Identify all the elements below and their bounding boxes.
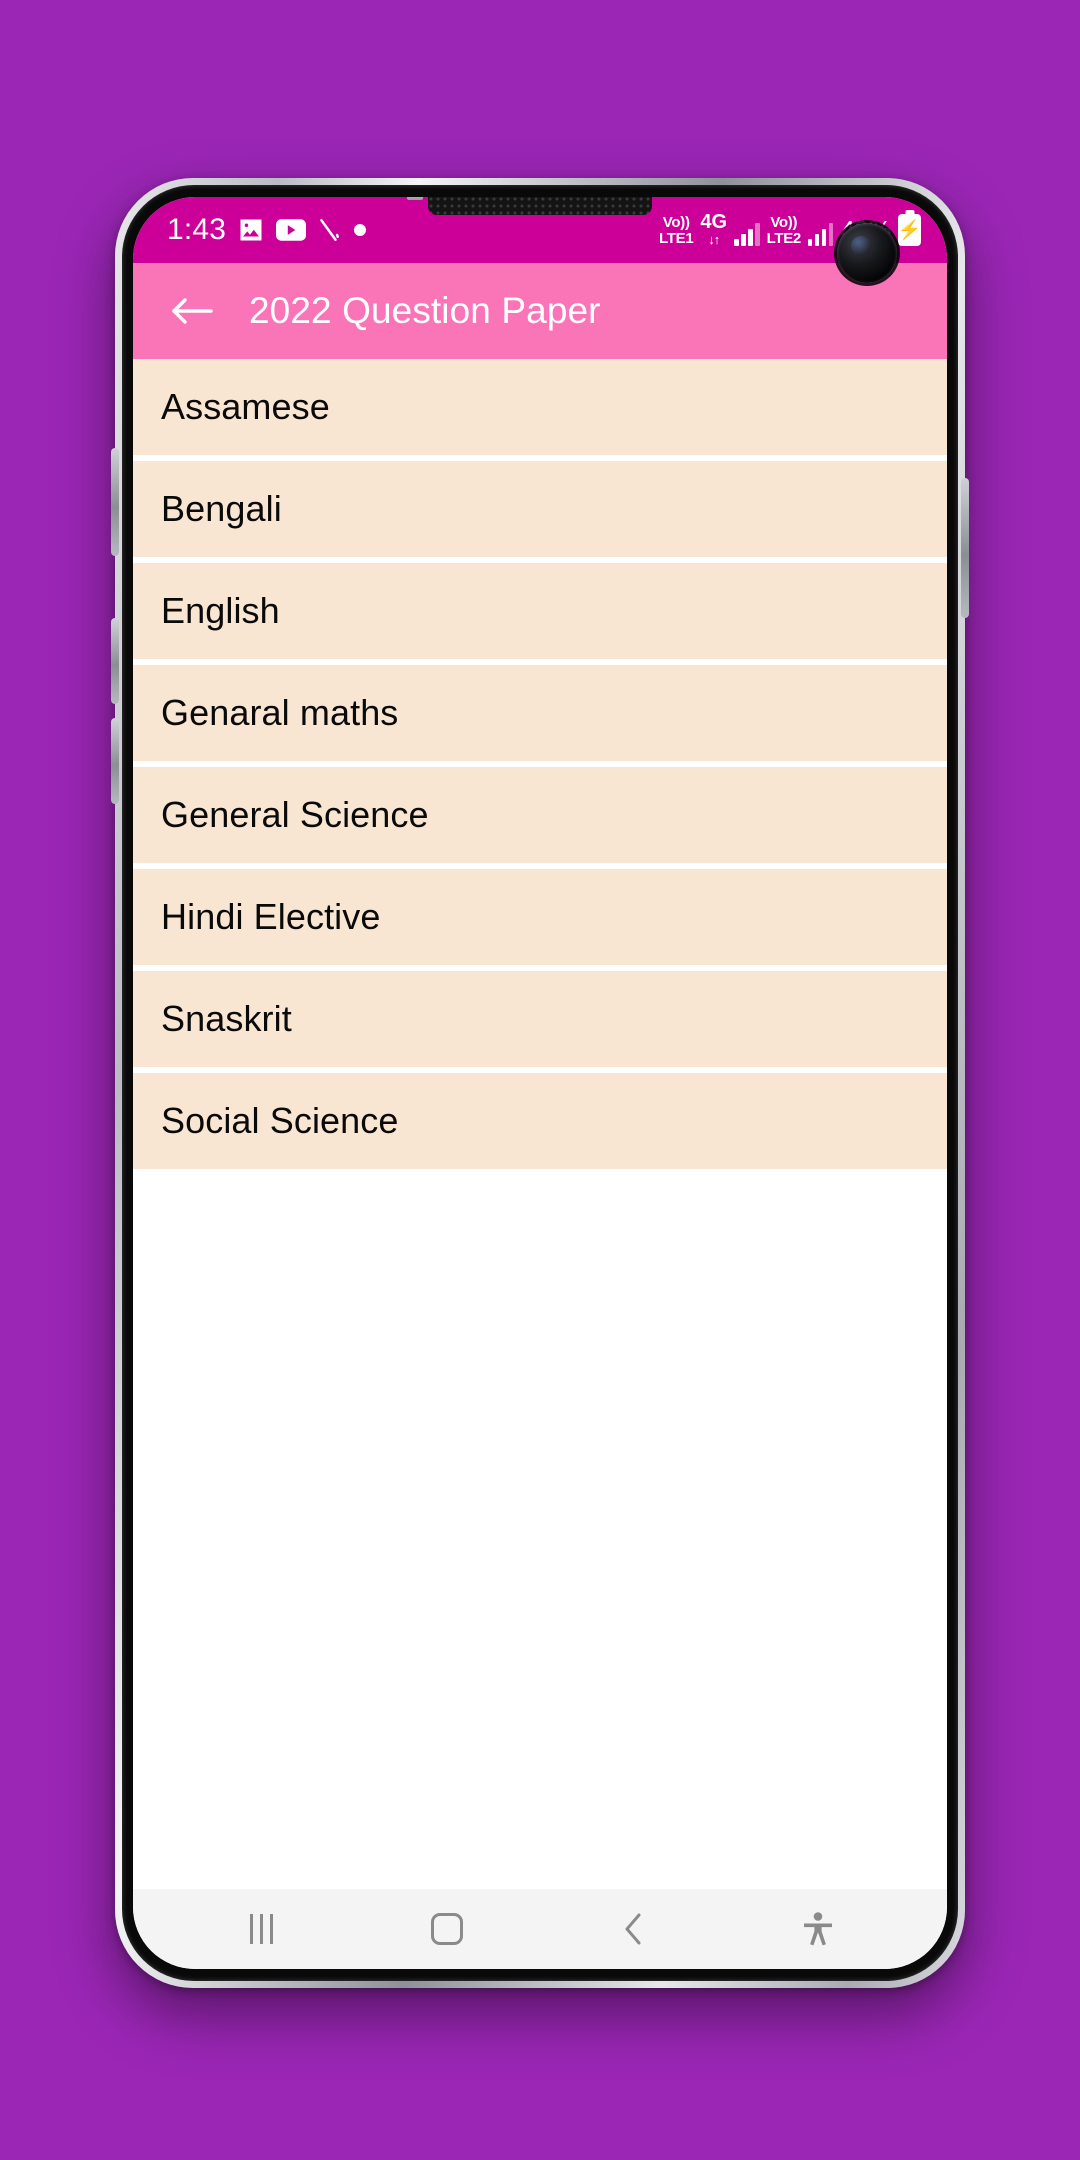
phone-screen: 1:43 Vo)) LTE1 4G ↓↑ Vo)) LTE2 ⚡ 2022 Qu… [133, 197, 947, 1969]
status-bar-left: 1:43 [167, 213, 368, 247]
app-bar: 2022 Question Paper [133, 263, 947, 359]
network-type-indicator: 4G ↓↑ [700, 212, 727, 246]
phone-bezel: 1:43 Vo)) LTE1 4G ↓↑ Vo)) LTE2 ⚡ 2022 Qu… [122, 185, 958, 1981]
battery-charging-icon: ⚡ [898, 214, 921, 246]
power-button[interactable] [961, 478, 969, 618]
list-item-label: Assamese [161, 386, 330, 427]
list-item-label: Snaskrit [161, 998, 292, 1039]
list-item[interactable]: Assamese [133, 359, 947, 455]
list-item[interactable]: General Science [133, 767, 947, 863]
network-label: 4G [700, 211, 728, 233]
accessibility-icon [804, 1912, 833, 1946]
gallery-icon [240, 219, 262, 241]
home-button[interactable] [404, 1898, 490, 1960]
volume-up-button[interactable] [111, 718, 119, 804]
recents-button[interactable] [219, 1898, 305, 1960]
status-time: 1:43 [167, 213, 227, 246]
volume-down-button[interactable] [111, 618, 119, 704]
signal-bars-sim1-icon [734, 222, 760, 246]
page-title: 2022 Question Paper [249, 290, 601, 331]
volte1-bottom: LTE1 [659, 230, 694, 247]
back-nav-button[interactable] [590, 1898, 676, 1960]
home-icon [431, 1913, 464, 1945]
list-item[interactable]: Bengali [133, 461, 947, 557]
proximity-sensor-icon [407, 197, 423, 200]
front-camera-icon [837, 223, 897, 283]
volte1-top: Vo)) [662, 214, 690, 231]
arrow-left-icon [172, 298, 213, 324]
no-sound-icon [320, 219, 340, 241]
list-item[interactable]: Genaral maths [133, 665, 947, 761]
accessibility-button[interactable] [775, 1898, 861, 1960]
network-arrows-icon: ↓↑ [708, 232, 720, 247]
subject-list[interactable]: Assamese Bengali English Genaral maths G… [133, 359, 947, 1889]
list-item-label: General Science [161, 794, 429, 835]
volte2-icon: Vo)) LTE2 [766, 214, 802, 247]
volte2-top: Vo)) [770, 214, 798, 231]
list-item-label: Genaral maths [161, 692, 399, 733]
youtube-icon [276, 219, 307, 241]
list-item[interactable]: Snaskrit [133, 971, 947, 1067]
list-item-label: English [161, 590, 280, 631]
recents-icon [250, 1914, 274, 1944]
list-item-label: Hindi Elective [161, 896, 381, 937]
dot-icon [354, 224, 367, 236]
list-item-label: Bengali [161, 488, 282, 529]
volte1-icon: Vo)) LTE1 [659, 214, 694, 247]
bixby-button[interactable] [111, 448, 119, 556]
phone-device: 1:43 Vo)) LTE1 4G ↓↑ Vo)) LTE2 ⚡ 2022 Qu… [111, 178, 969, 1988]
volte2-bottom: LTE2 [766, 230, 802, 247]
back-button[interactable] [163, 282, 221, 340]
list-item[interactable]: Hindi Elective [133, 869, 947, 965]
list-item-label: Social Science [161, 1100, 399, 1141]
list-item[interactable]: Social Science [133, 1073, 947, 1169]
system-navigation-bar [133, 1889, 947, 1969]
list-item[interactable]: English [133, 563, 947, 659]
chevron-left-icon [625, 1913, 641, 1945]
signal-bars-sim2-icon [807, 222, 834, 246]
earpiece-speaker-icon [428, 197, 652, 215]
